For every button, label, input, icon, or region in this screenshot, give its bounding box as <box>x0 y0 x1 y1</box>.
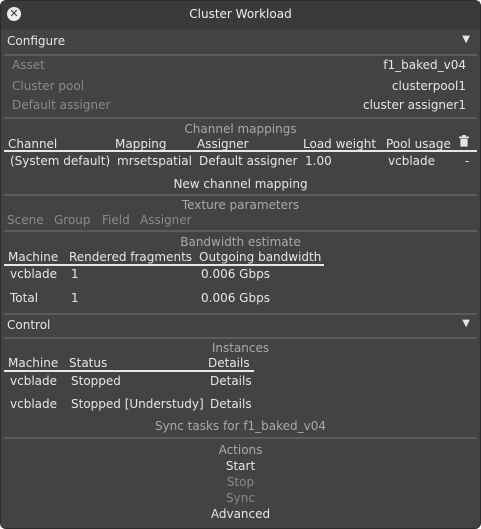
col-pool-usage: Pool usage <box>386 137 451 151</box>
cluster-workload-window: ✕ Cluster Workload Configure ▼ Asset f1_… <box>0 0 481 529</box>
details-button[interactable]: Details <box>210 374 252 388</box>
header-underline <box>4 150 477 152</box>
instance-status-cell: Stopped [Understudy] <box>71 397 204 411</box>
col-channel: Channel <box>8 137 58 151</box>
instance-status-cell: Stopped <box>71 374 121 388</box>
col-mapping: Mapping <box>115 137 167 151</box>
actions-title: Actions <box>218 443 263 457</box>
machine-cell: vcblade <box>10 267 58 281</box>
instance-machine-cell: vcblade <box>10 374 58 388</box>
default-assigner-value[interactable]: cluster assigner1 <box>363 98 466 112</box>
texture-parameters-title: Texture parameters <box>181 198 300 212</box>
sync-button[interactable]: Sync <box>1 491 480 505</box>
total-fragments-cell: 1 <box>71 291 79 305</box>
col-assigner: Assigner <box>140 213 192 227</box>
cluster-pool-value[interactable]: clusterpool1 <box>392 79 466 93</box>
title-bar: ✕ Cluster Workload <box>1 1 480 29</box>
instance-machine-cell: vcblade <box>10 397 58 411</box>
col-details: Details <box>208 356 250 370</box>
divider <box>4 194 477 196</box>
stop-button[interactable]: Stop <box>1 475 480 489</box>
delete-row-cell[interactable]: - <box>465 154 469 168</box>
channel-cell[interactable]: (System default) <box>10 154 110 168</box>
col-machine: Machine <box>8 250 59 264</box>
bandwidth-estimate-title: Bandwidth estimate <box>180 235 301 249</box>
advanced-button[interactable]: Advanced <box>1 507 480 521</box>
header-underline <box>4 264 324 266</box>
instances-title: Instances <box>211 341 270 355</box>
header-underline <box>4 370 254 372</box>
configure-header-label: Configure <box>7 34 66 48</box>
channel-mappings-title: Channel mappings <box>184 122 297 136</box>
pool-usage-cell[interactable]: vcblade <box>388 154 435 168</box>
asset-value[interactable]: f1_baked_v04 <box>383 58 466 72</box>
trash-icon[interactable] <box>459 135 469 147</box>
control-section-header[interactable]: Control ▼ <box>1 316 480 336</box>
divider <box>4 54 477 56</box>
cluster-pool-label: Cluster pool <box>12 79 85 93</box>
new-channel-mapping-button[interactable]: New channel mapping <box>1 177 480 191</box>
col-group: Group <box>54 213 91 227</box>
divider <box>4 313 477 315</box>
col-load-weight: Load weight <box>303 137 377 151</box>
fragments-cell: 1 <box>71 267 79 281</box>
configure-section-header[interactable]: Configure ▼ <box>1 32 480 52</box>
col-rendered-fragments: Rendered fragments <box>69 250 193 264</box>
col-outgoing-bandwidth: Outgoing bandwidth <box>199 250 322 264</box>
divider <box>4 230 477 232</box>
triangle-down-icon[interactable]: ▼ <box>462 34 470 45</box>
total-bandwidth-cell: 0.006 Gbps <box>201 291 270 305</box>
mapping-cell[interactable]: mrsetspatial <box>117 154 192 168</box>
default-assigner-label: Default assigner <box>12 98 111 112</box>
assigner-cell[interactable]: Default assigner <box>199 154 297 168</box>
asset-label: Asset <box>12 58 45 72</box>
control-header-label: Control <box>7 318 51 332</box>
divider <box>4 337 477 339</box>
divider <box>4 117 477 119</box>
window-title: Cluster Workload <box>189 7 292 21</box>
divider <box>4 437 477 439</box>
col-assigner: Assigner <box>197 137 249 151</box>
sync-tasks-label: Sync tasks for f1_baked_v04 <box>154 419 327 433</box>
start-button[interactable]: Start <box>1 459 480 473</box>
load-weight-cell[interactable]: 1.00 <box>305 154 332 168</box>
col-scene: Scene <box>7 213 44 227</box>
col-status: Status <box>69 356 108 370</box>
triangle-down-icon[interactable]: ▼ <box>462 318 470 329</box>
details-button[interactable]: Details <box>210 397 252 411</box>
col-machine: Machine <box>8 356 59 370</box>
bandwidth-cell: 0.006 Gbps <box>201 267 270 281</box>
col-field: Field <box>102 213 130 227</box>
total-label: Total <box>10 291 39 305</box>
